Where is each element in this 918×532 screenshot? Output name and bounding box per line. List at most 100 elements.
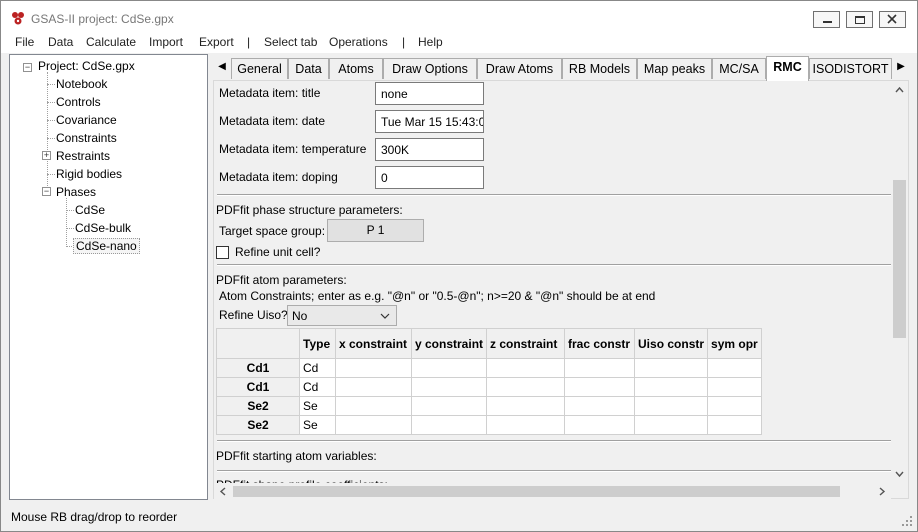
metadata-temperature-input[interactable]: 300K xyxy=(375,138,484,161)
tree-item-restraints[interactable]: Restraints xyxy=(56,149,110,163)
maximize-button[interactable] xyxy=(846,11,873,28)
scroll-left-icon[interactable] xyxy=(216,483,230,500)
constraint-cell[interactable] xyxy=(707,358,763,378)
tab-mc-sa[interactable]: MC/SA xyxy=(712,58,766,79)
menu-calculate[interactable]: Calculate xyxy=(86,35,136,49)
tab-scroll-left-icon[interactable]: ◀ xyxy=(215,58,229,76)
tab-map-peaks[interactable]: Map peaks xyxy=(637,58,712,79)
menu-data[interactable]: Data xyxy=(48,35,73,49)
refine-uiso-select[interactable]: No xyxy=(287,305,397,326)
constraint-cell[interactable] xyxy=(335,396,412,416)
tree-item-covariance[interactable]: Covariance xyxy=(56,113,117,127)
tree-connector xyxy=(47,138,55,139)
horizontal-scrollbar[interactable] xyxy=(214,483,891,500)
constraint-cell[interactable] xyxy=(486,415,566,435)
type-cell[interactable]: Cd xyxy=(299,377,336,397)
column-header[interactable]: y constraint xyxy=(410,328,488,359)
constraint-cell[interactable] xyxy=(486,377,566,397)
tree-root[interactable]: Project: CdSe.gpx xyxy=(38,59,135,73)
type-cell[interactable]: Se xyxy=(299,396,336,416)
tab-data[interactable]: Data xyxy=(288,58,329,79)
constraint-cell[interactable] xyxy=(410,415,488,435)
tab-general[interactable]: General xyxy=(231,58,288,79)
metadata-title-label: Metadata item: title xyxy=(219,86,321,100)
type-cell[interactable]: Se xyxy=(299,415,336,435)
row-label[interactable]: Cd1 xyxy=(216,377,300,397)
tab-draw-atoms[interactable]: Draw Atoms xyxy=(477,58,562,79)
constraint-cell[interactable] xyxy=(564,415,636,435)
constraint-cell[interactable] xyxy=(634,358,709,378)
constraint-cell[interactable] xyxy=(335,415,412,435)
constraint-cell[interactable] xyxy=(410,358,488,378)
refine-cell-checkbox[interactable] xyxy=(216,246,229,259)
resize-grip-icon[interactable] xyxy=(901,515,913,527)
space-group-button[interactable]: P 1 xyxy=(327,219,424,242)
menu-select-tab[interactable]: Select tab xyxy=(264,35,317,49)
tab-atoms[interactable]: Atoms xyxy=(329,58,383,79)
menu-operations[interactable]: Operations xyxy=(329,35,388,49)
constraint-cell[interactable] xyxy=(335,377,412,397)
constraint-cell[interactable] xyxy=(564,358,636,378)
type-cell[interactable]: Cd xyxy=(299,358,336,378)
section-divider xyxy=(217,470,892,472)
column-header[interactable]: x constraint xyxy=(335,328,412,359)
table-row: Cd1 Cd xyxy=(216,358,763,378)
tab-rmc[interactable]: RMC xyxy=(766,56,809,81)
tab-scroll-right-icon[interactable]: ▶ xyxy=(894,58,908,76)
constraint-cell[interactable] xyxy=(707,377,763,397)
tree-item-notebook[interactable]: Notebook xyxy=(56,77,107,91)
constraint-cell[interactable] xyxy=(335,358,412,378)
column-header[interactable]: frac constr xyxy=(564,328,636,359)
row-label[interactable]: Cd1 xyxy=(216,358,300,378)
constraint-cell[interactable] xyxy=(564,396,636,416)
tab-isodistort[interactable]: ISODISTORT xyxy=(809,58,892,79)
tree-phase-item-selected[interactable]: CdSe-nano xyxy=(73,238,140,254)
minimize-button[interactable] xyxy=(813,11,840,28)
vertical-scrollbar[interactable] xyxy=(891,81,908,483)
constraint-cell[interactable] xyxy=(410,377,488,397)
vertical-scroll-thumb[interactable] xyxy=(893,180,906,338)
constraint-cell[interactable] xyxy=(707,415,763,435)
constraint-cell[interactable] xyxy=(634,415,709,435)
tab-rb-models[interactable]: RB Models xyxy=(562,58,637,79)
column-header[interactable]: sym opr xyxy=(707,328,763,359)
project-tree[interactable]: − Project: CdSe.gpx Notebook Controls Co… xyxy=(9,54,208,500)
constraint-cell[interactable] xyxy=(634,396,709,416)
metadata-title-input[interactable]: none xyxy=(375,82,484,105)
menu-export[interactable]: Export xyxy=(199,35,234,49)
column-header[interactable]: z constraint xyxy=(486,328,566,359)
tree-item-phases[interactable]: Phases xyxy=(56,185,96,199)
row-label[interactable]: Se2 xyxy=(216,415,300,435)
constraint-cell[interactable] xyxy=(564,377,636,397)
scroll-up-icon[interactable] xyxy=(891,83,908,97)
column-header[interactable]: Type xyxy=(299,328,336,359)
collapse-icon[interactable]: − xyxy=(42,187,51,196)
menu-file[interactable]: File xyxy=(15,35,34,49)
menu-separator: | xyxy=(402,35,406,49)
scroll-down-icon[interactable] xyxy=(891,467,908,481)
column-header[interactable]: Uiso constr xyxy=(634,328,709,359)
metadata-doping-label: Metadata item: doping xyxy=(219,170,338,184)
close-button[interactable] xyxy=(879,11,906,28)
constraint-cell[interactable] xyxy=(707,396,763,416)
metadata-date-input[interactable]: Tue Mar 15 15:43:03 xyxy=(375,110,484,133)
constraint-cell[interactable] xyxy=(410,396,488,416)
tab-draw-options[interactable]: Draw Options xyxy=(383,58,477,79)
collapse-icon[interactable]: − xyxy=(23,63,32,72)
scroll-right-icon[interactable] xyxy=(875,483,889,500)
menu-help[interactable]: Help xyxy=(418,35,443,49)
tree-phase-item[interactable]: CdSe-bulk xyxy=(75,221,131,235)
constraint-cell[interactable] xyxy=(634,377,709,397)
expand-icon[interactable]: + xyxy=(42,151,51,160)
horizontal-scroll-thumb[interactable] xyxy=(233,486,840,497)
tree-item-controls[interactable]: Controls xyxy=(56,95,101,109)
row-label[interactable]: Se2 xyxy=(216,396,300,416)
tree-item-constraints[interactable]: Constraints xyxy=(56,131,117,145)
constraint-cell[interactable] xyxy=(486,358,566,378)
tree-phase-item[interactable]: CdSe xyxy=(75,203,105,217)
constraint-cell[interactable] xyxy=(486,396,566,416)
tree-item-rigid-bodies[interactable]: Rigid bodies xyxy=(56,167,122,181)
menu-import[interactable]: Import xyxy=(149,35,183,49)
tree-connector xyxy=(47,120,55,121)
metadata-doping-input[interactable]: 0 xyxy=(375,166,484,189)
